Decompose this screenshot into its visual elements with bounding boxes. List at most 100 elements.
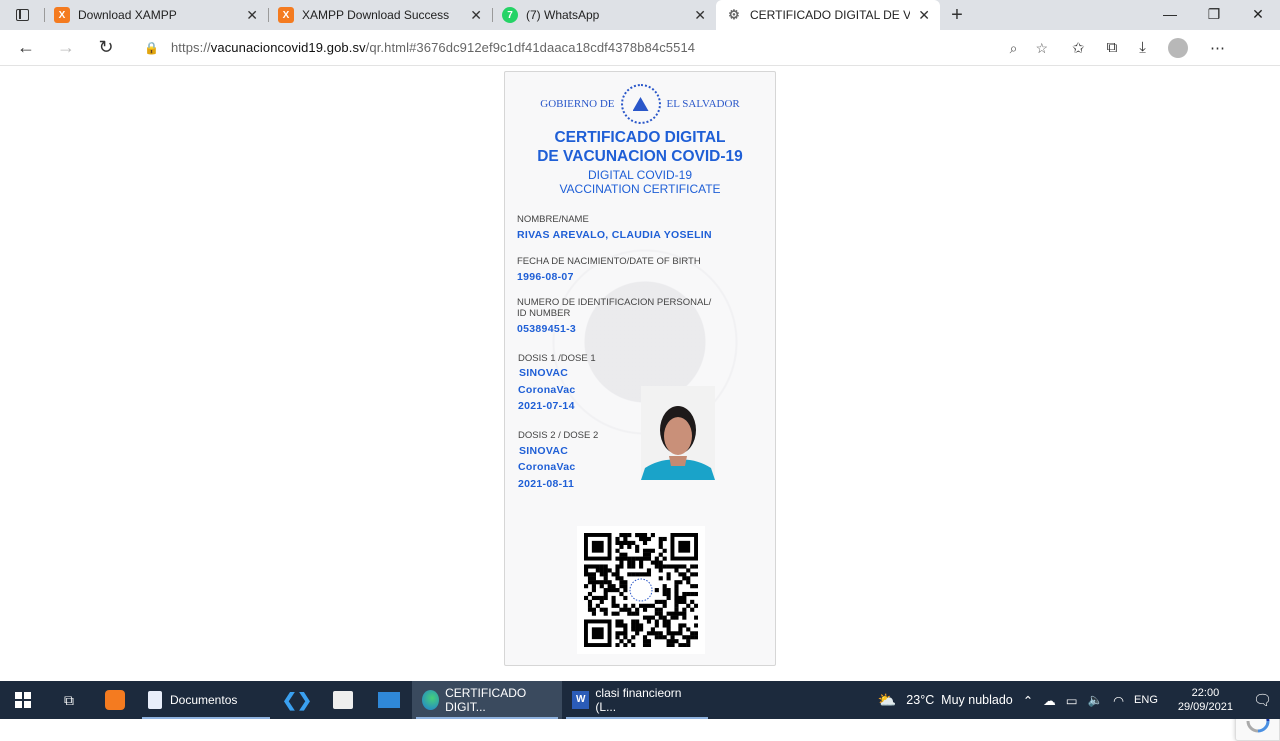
gear-icon: ⚙ <box>728 7 740 22</box>
tab-label: Download XAMPP <box>78 8 177 22</box>
task-view-icon: ⧉ <box>64 691 74 708</box>
name-value: RIVAS AREVALO, CLAUDIA YOSELIN <box>517 229 712 241</box>
gov-left-text: GOBIERNO DE <box>540 98 615 110</box>
add-favorite-icon[interactable]: ☆ <box>1035 40 1048 57</box>
start-button[interactable] <box>0 681 46 719</box>
el-salvador-seal-icon <box>620 84 661 124</box>
xampp-icon <box>105 690 125 710</box>
close-window-icon[interactable]: ✕ <box>1236 0 1280 30</box>
edge-icon <box>422 690 440 710</box>
dose2-date: 2021-08-11 <box>518 478 575 490</box>
mail-icon <box>378 692 400 708</box>
battery-icon[interactable]: ▭ <box>1066 693 1078 708</box>
document-icon <box>148 691 162 709</box>
chevron-up-icon[interactable]: ⌃ <box>1023 693 1033 708</box>
forward-button[interactable]: → <box>46 37 86 58</box>
back-button[interactable]: ← <box>6 37 46 58</box>
id-label-line-2: ID NUMBER <box>517 308 571 319</box>
xampp-icon: X <box>54 7 70 23</box>
mail-taskbar-button[interactable] <box>366 681 412 719</box>
weather-icon[interactable]: ⛅ <box>878 691 897 709</box>
notifications-icon[interactable]: 🗨 <box>1253 691 1272 709</box>
word-icon: W <box>572 691 590 709</box>
store-icon <box>333 691 353 709</box>
taskbar-app-edge[interactable]: CERTIFICADO DIGIT... <box>412 681 562 719</box>
profile-avatar[interactable] <box>1167 37 1188 58</box>
dob-label: FECHA DE NACIMIENTO/DATE OF BIRTH <box>517 256 701 267</box>
tab-label: XAMPP Download Success <box>302 8 450 22</box>
taskbar-app-label: CERTIFICADO DIGIT... <box>445 686 527 714</box>
xampp-taskbar-button[interactable] <box>92 681 138 719</box>
person-photo-icon <box>641 386 715 480</box>
clock-time: 22:00 <box>1191 687 1220 699</box>
downloads-icon[interactable]: ⤓ <box>1139 39 1146 56</box>
favorites-icon[interactable]: ✩ <box>1072 39 1085 57</box>
network-off-icon[interactable]: ☁ <box>1043 693 1056 708</box>
vscode-icon: ❮❯ <box>281 689 313 710</box>
browser-toolbar: ← → ↻ 🔒 https://vacunacioncovid19.gob.sv… <box>0 30 1280 66</box>
restore-icon[interactable]: ❐ <box>1192 0 1236 30</box>
taskbar-app-label: clasi financieorn (L... <box>595 686 682 714</box>
tab-strip: X Download XAMPP ✕ X XAMPP Download Succ… <box>0 0 1280 30</box>
vscode-taskbar-button[interactable]: ❮❯ <box>274 681 320 719</box>
certificate-title: CERTIFICADO DIGITAL DE VACUNACION COVID-… <box>505 128 775 166</box>
close-icon[interactable]: ✕ <box>918 7 930 24</box>
taskbar-app-documentos[interactable]: Documentos <box>138 681 274 719</box>
dose1-date: 2021-07-14 <box>518 400 575 412</box>
task-view-button[interactable]: ⧉ <box>46 681 92 719</box>
zoom-icon[interactable]: ⌕ <box>1010 40 1018 57</box>
tab-label: (7) WhatsApp <box>526 8 600 22</box>
title-line-2: DE VACUNACION COVID-19 <box>537 148 743 165</box>
dose2-product: CoronaVac <box>518 461 576 473</box>
tab-download-xampp[interactable]: X Download XAMPP ✕ <box>44 0 268 30</box>
clock[interactable]: 22:00 29/09/2021 <box>1178 686 1233 714</box>
holder-photo <box>641 386 715 480</box>
certificate-subtitle: DIGITAL COVID-19 VACCINATION CERTIFICATE <box>505 168 775 196</box>
tab-label: CERTIFICADO DIGITAL DE VACUN <box>750 8 911 22</box>
close-icon[interactable]: ✕ <box>694 7 706 24</box>
windows-logo-icon <box>15 692 31 708</box>
gov-right-text: EL SALVADOR <box>666 98 740 110</box>
xampp-icon: X <box>278 7 294 23</box>
dose1-label: DOSIS 1 /DOSE 1 <box>518 353 596 364</box>
window-controls: — ❐ ✕ <box>1148 0 1280 30</box>
url-text: https://vacunacioncovid19.gob.sv/qr.html… <box>171 40 695 55</box>
lock-icon[interactable]: 🔒 <box>144 41 159 55</box>
more-menu-icon[interactable]: ⋯ <box>1210 39 1225 57</box>
tab-whatsapp[interactable]: 7 (7) WhatsApp ✕ <box>492 0 716 30</box>
store-taskbar-button[interactable] <box>320 681 366 719</box>
dose2-vaccine: SINOVAC <box>519 445 569 457</box>
close-icon[interactable]: ✕ <box>246 7 258 24</box>
id-label-line-1: NUMERO DE IDENTIFICACION PERSONAL/ <box>517 297 712 308</box>
tab-actions-button[interactable] <box>0 0 44 30</box>
url-path: /qr.html#3676dc912ef9c1df41daaca18cdf437… <box>365 40 696 55</box>
dose1-vaccine: SINOVAC <box>519 367 569 379</box>
qr-code[interactable] <box>577 526 705 654</box>
tab-certificado[interactable]: ⚙ CERTIFICADO DIGITAL DE VACUN ✕ <box>716 0 940 30</box>
subtitle-line-1: DIGITAL COVID-19 <box>587 168 693 182</box>
address-bar[interactable]: 🔒 https://vacunacioncovid19.gob.sv/qr.ht… <box>132 33 1056 62</box>
tab-actions-icon <box>15 9 29 21</box>
title-line-1: CERTIFICADO DIGITAL <box>554 129 726 146</box>
name-label: NOMBRE/NAME <box>517 214 589 225</box>
volume-icon[interactable]: 🔈 <box>1088 693 1104 708</box>
page-content: GOBIERNO DE EL SALVADOR CERTIFICADO DIGI… <box>0 67 1280 741</box>
taskbar-app-label: Documentos <box>170 693 238 707</box>
close-icon[interactable]: ✕ <box>470 7 482 24</box>
taskbar-app-word[interactable]: W clasi financieorn (L... <box>562 681 712 719</box>
tab-xampp-success[interactable]: X XAMPP Download Success ✕ <box>268 0 492 30</box>
address-bar-actions: ⌕ ☆ <box>1010 40 1048 57</box>
clock-date: 29/09/2021 <box>1177 701 1233 713</box>
system-tray: ⛅ 23°C Muy nublado ⌃ ☁ ▭ 🔈 ◠ ENG 22:00 2… <box>878 686 1280 714</box>
wifi-icon[interactable]: ◠ <box>1113 693 1124 708</box>
reload-button[interactable]: ↻ <box>86 37 126 58</box>
new-tab-button[interactable]: + <box>940 4 974 27</box>
weather-text[interactable]: 23°C Muy nublado <box>906 693 1012 707</box>
dob-value: 1996-08-07 <box>517 271 574 283</box>
government-header: GOBIERNO DE EL SALVADOR <box>505 84 775 124</box>
minimize-icon[interactable]: — <box>1148 0 1192 30</box>
url-domain: vacunacioncovid19.gob.sv <box>210 40 366 55</box>
collections-icon[interactable]: ⧉ <box>1107 39 1118 56</box>
language-indicator[interactable]: ENG <box>1134 694 1158 706</box>
toolbar-right: ✩ ⧉ ⤓ ⋯ <box>1072 37 1225 58</box>
